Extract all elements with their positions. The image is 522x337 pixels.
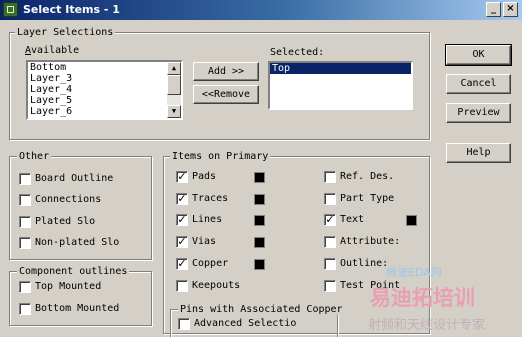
app-icon <box>3 2 18 17</box>
copper-color-swatch[interactable] <box>254 259 265 270</box>
lines-label: Lines <box>192 214 223 225</box>
cancel-button[interactable]: Cancel <box>446 74 511 94</box>
vias-checkbox[interactable]: ✓ <box>176 236 188 248</box>
lines-color-swatch[interactable] <box>254 215 265 226</box>
non-plated-slots-checkbox[interactable] <box>19 237 31 249</box>
top-mounted-checkbox[interactable] <box>19 281 31 293</box>
preview-button[interactable]: Preview <box>446 103 511 123</box>
component-outlines-label: Component outlines <box>17 266 130 277</box>
lines-checkbox[interactable]: ✓ <box>176 214 188 226</box>
plated-slots-checkbox[interactable] <box>19 216 31 228</box>
copper-label: Copper <box>192 258 229 269</box>
list-item[interactable]: Layer_3 <box>28 73 181 84</box>
minimize-button[interactable]: _ <box>486 2 501 17</box>
connections-label: Connections <box>35 194 102 205</box>
text-color-swatch[interactable] <box>406 215 417 226</box>
attribute-checkbox[interactable] <box>324 236 336 248</box>
bottom-mounted-checkbox[interactable] <box>19 303 31 315</box>
selected-label: Selected: <box>270 47 325 58</box>
close-button[interactable]: × <box>503 2 518 17</box>
ok-button[interactable]: OK <box>445 44 512 66</box>
ref-des-label: Ref. Des. <box>340 171 395 182</box>
board-outline-label: Board Outline <box>35 173 114 184</box>
help-button[interactable]: Help <box>446 143 511 163</box>
title-bar[interactable]: Select Items - 1 _ × <box>0 0 522 20</box>
top-mounted-label: Top Mounted <box>35 281 102 292</box>
scroll-down-icon[interactable]: ▼ <box>167 105 181 118</box>
pads-label: Pads <box>192 171 217 182</box>
window-title: Select Items - 1 <box>23 3 120 16</box>
vertical-scrollbar[interactable]: ▲ ▼ <box>167 62 181 118</box>
component-outlines-group <box>9 271 152 326</box>
text-label: Text <box>340 214 365 225</box>
plated-slots-label: Plated Slo <box>35 216 96 227</box>
pins-associated-copper-label: Pins with Associated Copper <box>178 304 345 315</box>
items-on-primary-label: Items on Primary <box>170 151 271 162</box>
outline-checkbox[interactable] <box>324 258 336 270</box>
available-label: Available <box>25 45 80 56</box>
vias-color-swatch[interactable] <box>254 237 265 248</box>
keepouts-label: Keepouts <box>192 280 241 291</box>
scroll-up-icon[interactable]: ▲ <box>167 62 181 75</box>
board-outline-checkbox[interactable] <box>19 173 31 185</box>
traces-checkbox[interactable]: ✓ <box>176 193 188 205</box>
outline-label: Outline: <box>340 258 389 269</box>
traces-color-swatch[interactable] <box>254 194 265 205</box>
test-point-checkbox[interactable] <box>324 280 336 292</box>
other-label: Other <box>17 151 52 162</box>
list-item-selected[interactable]: Top <box>270 63 411 74</box>
keepouts-checkbox[interactable] <box>176 280 188 292</box>
advanced-selection-checkbox[interactable] <box>178 318 190 330</box>
selected-listbox[interactable]: Top <box>268 61 413 110</box>
part-type-checkbox[interactable] <box>324 193 336 205</box>
copper-checkbox[interactable]: ✓ <box>176 258 188 270</box>
part-type-label: Part Type <box>340 193 395 204</box>
scroll-thumb[interactable] <box>167 75 181 95</box>
bottom-mounted-label: Bottom Mounted <box>35 303 120 314</box>
list-item[interactable]: Layer_5 <box>28 95 181 106</box>
watermark-logo: 易迪拓培训 <box>370 286 475 310</box>
remove-button[interactable]: <<Remove <box>193 85 259 104</box>
watermark-tagline: 射频和天线设计专家 <box>368 318 486 333</box>
pads-color-swatch[interactable] <box>254 172 265 183</box>
vias-label: Vias <box>192 236 217 247</box>
attribute-label: Attribute: <box>340 236 401 247</box>
advanced-selection-label: Advanced Selectio <box>194 318 297 329</box>
text-checkbox[interactable]: ✓ <box>324 214 336 226</box>
available-listbox[interactable]: Bottom Layer_3 Layer_4 Layer_5 Layer_6 ▲… <box>26 60 183 120</box>
add-button[interactable]: Add >> <box>193 62 259 81</box>
connections-checkbox[interactable] <box>19 194 31 206</box>
watermark-sub: 微波EDA网 <box>386 266 442 279</box>
list-item[interactable]: Layer_6 <box>28 106 181 117</box>
layer-selections-label: Layer Selections <box>15 27 116 38</box>
list-item[interactable]: Layer_4 <box>28 84 181 95</box>
traces-label: Traces <box>192 193 229 204</box>
list-item[interactable]: Bottom <box>28 62 181 73</box>
non-plated-slots-label: Non-plated Slo <box>35 237 120 248</box>
ref-des-checkbox[interactable] <box>324 171 336 183</box>
pads-checkbox[interactable]: ✓ <box>176 171 188 183</box>
